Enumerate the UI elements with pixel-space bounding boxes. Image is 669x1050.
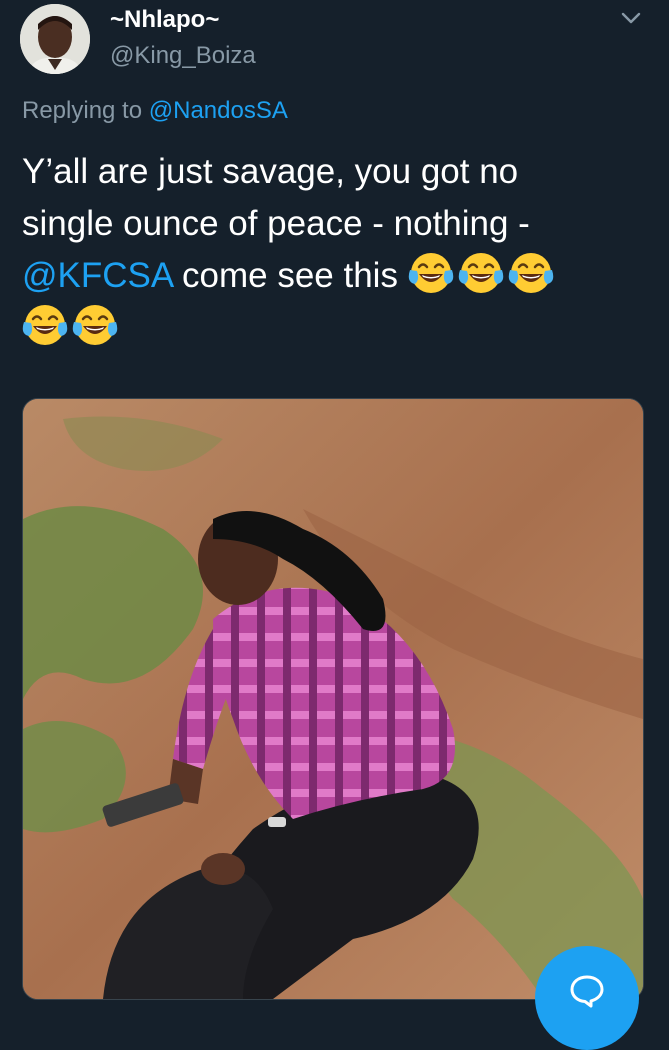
photo-woman-lying-on-ground	[23, 399, 643, 999]
tweet-media-image[interactable]	[22, 398, 644, 1000]
replying-label: Replying to	[22, 97, 143, 124]
avatar[interactable]	[20, 4, 90, 74]
replying-to-line: Replying to @NandosSA	[22, 97, 288, 125]
tweet-text-fragment: come see this	[172, 256, 408, 295]
tweet-text-line	[22, 302, 622, 354]
kfcsa-mention[interactable]: @KFCSA	[22, 256, 172, 295]
tears-of-joy-emoji-icon	[458, 253, 503, 293]
avatar-photo	[20, 4, 90, 74]
emoji-group	[22, 305, 122, 347]
replying-to-mention[interactable]: @NandosSA	[149, 97, 288, 124]
tweet-text: Y’all are just savage, you got no single…	[22, 146, 622, 354]
tweet-text-line: Y’all are just savage, you got no	[22, 152, 519, 191]
tears-of-joy-emoji-icon	[508, 253, 553, 293]
reply-bubble-icon	[570, 975, 604, 1008]
user-handle[interactable]: @King_Boiza	[110, 42, 256, 70]
tears-of-joy-emoji-icon	[22, 305, 68, 345]
tears-of-joy-emoji-icon	[72, 305, 118, 345]
chevron-down-icon[interactable]	[616, 6, 646, 30]
display-name[interactable]: ~Nhlapo~	[110, 6, 219, 34]
reply-fab-button[interactable]	[535, 946, 639, 1050]
emoji-group	[408, 253, 558, 295]
tweet-text-line: @KFCSA come see this	[22, 250, 622, 302]
tweet-text-line: single ounce of peace - nothing -	[22, 204, 530, 243]
tears-of-joy-emoji-icon	[408, 253, 453, 293]
